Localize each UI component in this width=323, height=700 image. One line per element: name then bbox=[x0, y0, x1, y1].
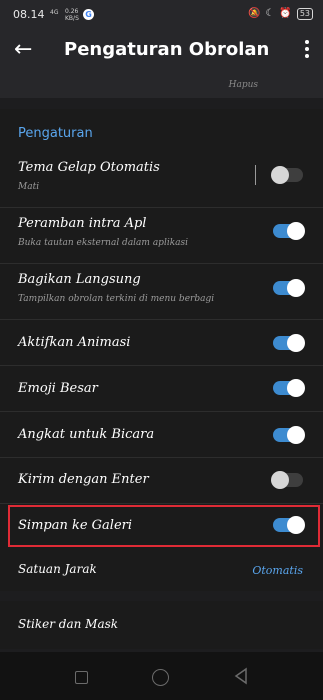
google-icon: G bbox=[83, 9, 94, 20]
toggle-knob bbox=[287, 379, 305, 397]
stickers-row[interactable]: Stiker dan Mask bbox=[0, 601, 323, 649]
recents-icon[interactable] bbox=[75, 671, 88, 684]
setting-sub: Mati bbox=[18, 182, 40, 192]
setting-label: Peramban intra Apl bbox=[18, 216, 147, 231]
mute-icon: 🔕 bbox=[247, 8, 261, 19]
setting-send-by-enter[interactable]: Kirim dengan Enter bbox=[0, 458, 323, 504]
setting-label: Emoji Besar bbox=[18, 381, 98, 396]
toggle-knob bbox=[287, 279, 305, 297]
setting-sub: Buka tautan eksternal dalam aplikasi bbox=[18, 238, 189, 248]
setting-label: Satuan Jarak bbox=[18, 562, 97, 576]
battery-icon: 53 bbox=[296, 8, 313, 20]
alarm-icon: ⏰ bbox=[279, 8, 292, 19]
setting-label: Bagikan Langsung bbox=[18, 272, 141, 287]
toggle-raise-to-speak[interactable] bbox=[273, 426, 305, 444]
setting-big-emoji[interactable]: Emoji Besar bbox=[0, 366, 323, 412]
toggle-auto-dark-theme[interactable] bbox=[271, 166, 303, 184]
back-icon[interactable] bbox=[234, 667, 248, 685]
section-title: Pengaturan bbox=[18, 126, 93, 141]
toggle-send-by-enter[interactable] bbox=[271, 471, 303, 489]
moon-icon: ☾ bbox=[265, 8, 275, 19]
toggle-animations[interactable] bbox=[273, 334, 305, 352]
toggle-knob bbox=[287, 334, 305, 352]
toggle-in-app-browser[interactable] bbox=[273, 222, 305, 240]
setting-distance-unit[interactable]: Satuan Jarak Otomatis bbox=[0, 550, 323, 591]
home-icon[interactable] bbox=[152, 669, 169, 686]
setting-raise-to-speak[interactable]: Angkat untuk Bicara bbox=[0, 412, 323, 458]
setting-auto-dark-theme[interactable]: Tema Gelap Otomatis Mati bbox=[0, 152, 323, 208]
setting-direct-share[interactable]: Bagikan Langsung Tampilkan obrolan terki… bbox=[0, 264, 323, 320]
sim-label: 4G bbox=[50, 9, 59, 16]
arrow-left-icon[interactable]: ← bbox=[14, 37, 32, 62]
more-vertical-icon[interactable] bbox=[305, 40, 309, 61]
status-time: 08.14 bbox=[13, 8, 45, 21]
clear-cache-row: Hapus bbox=[0, 75, 323, 98]
setting-label: Tema Gelap Otomatis bbox=[18, 160, 160, 175]
stickers-label: Stiker dan Mask bbox=[18, 617, 119, 631]
setting-sub: Tampilkan obrolan terkini di menu berbag… bbox=[18, 294, 215, 304]
toggle-direct-share[interactable] bbox=[273, 279, 305, 297]
distance-unit-value: Otomatis bbox=[252, 564, 303, 577]
highlight-box bbox=[8, 505, 320, 547]
page-title: Pengaturan Obrolan bbox=[64, 39, 270, 60]
toggle-knob bbox=[287, 426, 305, 444]
status-bar: 08.14 4G 0.26 KB/S G 🔕 ☾ ⏰ 53 bbox=[0, 0, 323, 30]
clear-button[interactable]: Hapus bbox=[229, 80, 258, 90]
system-nav-bar bbox=[0, 652, 323, 700]
status-icons: 🔕 ☾ ⏰ 53 bbox=[248, 8, 313, 20]
setting-label: Angkat untuk Bicara bbox=[18, 427, 155, 442]
toggle-knob bbox=[271, 471, 289, 489]
net-unit: KB/S bbox=[65, 15, 79, 22]
divider bbox=[255, 165, 256, 185]
toggle-knob bbox=[271, 166, 289, 184]
toggle-knob bbox=[287, 222, 305, 240]
setting-animations[interactable]: Aktifkan Animasi bbox=[0, 320, 323, 366]
setting-label: Aktifkan Animasi bbox=[18, 335, 131, 350]
app-bar: ← Pengaturan Obrolan bbox=[0, 30, 323, 75]
setting-label: Kirim dengan Enter bbox=[18, 472, 149, 487]
toggle-big-emoji[interactable] bbox=[273, 379, 305, 397]
setting-in-app-browser[interactable]: Peramban intra Apl Buka tautan eksternal… bbox=[0, 208, 323, 264]
